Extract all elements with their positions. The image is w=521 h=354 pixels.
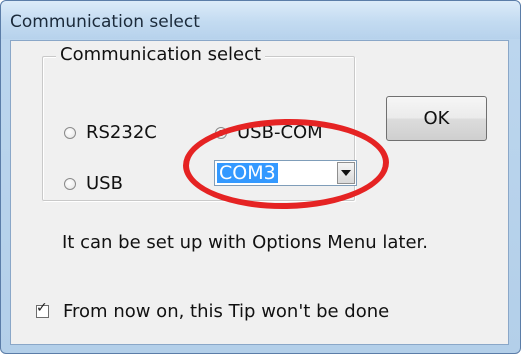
radio-rs232c[interactable]: RS232C — [64, 122, 157, 143]
radio-rs232c-label: RS232C — [86, 122, 157, 143]
info-text: It can be set up with Options Menu later… — [62, 232, 429, 253]
checkbox-icon[interactable]: ✓ — [36, 300, 49, 318]
radio-usb-com[interactable]: USB-COM — [215, 122, 323, 143]
com-port-selected-value: COM3 — [217, 162, 278, 184]
dropdown-button[interactable] — [337, 162, 355, 184]
radio-button-icon — [64, 126, 76, 139]
group-label: Communication select — [56, 42, 266, 68]
dont-show-tip-checkbox[interactable]: ✓ From now on, this Tip won't be done — [36, 300, 390, 322]
window-title: Communication select — [10, 12, 200, 32]
radio-button-icon — [64, 177, 76, 190]
chevron-down-icon — [341, 170, 351, 176]
check-mark-icon: ✓ — [36, 300, 48, 316]
com-port-dropdown[interactable]: COM3 — [214, 160, 357, 186]
checkbox-label: From now on, this Tip won't be done — [63, 301, 390, 322]
radio-usb-label: USB — [86, 173, 123, 194]
radio-usb[interactable]: USB — [64, 173, 123, 194]
ok-button[interactable]: OK — [386, 96, 487, 141]
radio-usb-com-label: USB-COM — [237, 122, 323, 143]
radio-button-selected-icon — [215, 126, 227, 139]
title-bar[interactable]: Communication select — [1, 1, 520, 39]
